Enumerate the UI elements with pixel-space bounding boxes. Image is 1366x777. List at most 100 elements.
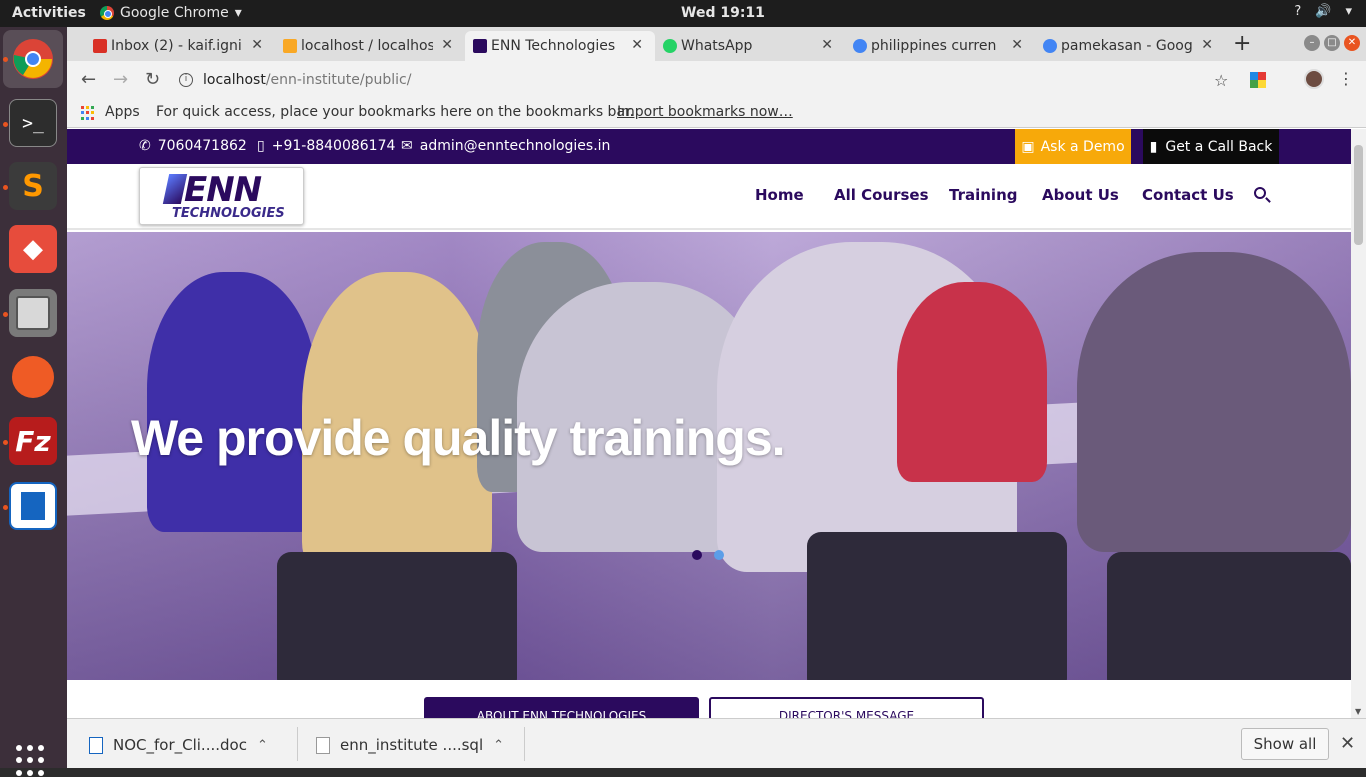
tab-enn-technologies[interactable]: ENN Technologies ✕ bbox=[465, 31, 655, 61]
about-enn-button[interactable]: ABOUT ENN TECHNOLOGIES bbox=[424, 697, 699, 718]
nav-training[interactable]: Training bbox=[949, 186, 1017, 204]
info-icon[interactable]: i bbox=[179, 73, 193, 87]
hero-chair bbox=[277, 552, 517, 680]
enn-logo[interactable]: ENN TECHNOLOGIES bbox=[139, 167, 304, 225]
system-tray[interactable]: ? 🔊 ▾ bbox=[1294, 4, 1352, 19]
close-icon[interactable]: ✕ bbox=[1201, 37, 1213, 53]
show-applications-button[interactable] bbox=[16, 745, 48, 777]
chevron-down-icon: ▾ bbox=[234, 5, 242, 21]
dock-writer[interactable] bbox=[9, 482, 57, 530]
call-back-button[interactable]: ▮ Get a Call Back bbox=[1143, 129, 1279, 164]
about-enn-label: ABOUT ENN TECHNOLOGIES bbox=[476, 709, 647, 718]
contact-email[interactable]: ✉ admin@enntechnologies.in bbox=[401, 138, 610, 154]
slider-dot[interactable] bbox=[714, 550, 724, 560]
close-icon[interactable]: ✕ bbox=[441, 37, 453, 53]
enn-favicon-icon bbox=[473, 39, 487, 53]
show-all-button[interactable]: Show all bbox=[1241, 728, 1329, 760]
running-indicator bbox=[3, 185, 8, 190]
close-icon[interactable]: ✕ bbox=[821, 37, 833, 53]
phone1-text: 7060471862 bbox=[157, 138, 247, 154]
address-bar[interactable]: i localhost /enn-institute/public/ bbox=[179, 66, 1247, 94]
slider-dot-active[interactable] bbox=[692, 550, 702, 560]
close-icon[interactable]: ✕ bbox=[631, 37, 643, 53]
site-header: ENN TECHNOLOGIES Home All Courses Traini… bbox=[67, 164, 1351, 230]
google-icon bbox=[853, 39, 867, 53]
hero-slider: We provide quality trainings. bbox=[67, 232, 1351, 680]
tab-gmail[interactable]: Inbox (2) - kaif.igni ✕ bbox=[85, 31, 275, 61]
system-menu-icon[interactable]: ▾ bbox=[1345, 4, 1352, 19]
back-icon[interactable]: ← bbox=[81, 69, 96, 90]
reload-icon[interactable]: ↻ bbox=[145, 69, 160, 90]
tab-philippines[interactable]: philippines curren ✕ bbox=[845, 31, 1035, 61]
clock[interactable]: Wed 19:11 bbox=[681, 5, 765, 21]
dock-sublime[interactable]: S bbox=[9, 162, 57, 210]
bookmark-star-icon[interactable]: ☆ bbox=[1214, 71, 1228, 90]
director-message-button[interactable]: DIRECTOR'S MESSAGE bbox=[709, 697, 984, 718]
download-item[interactable]: enn_institute ....sql ⌃ bbox=[316, 736, 504, 754]
contact-phone1[interactable]: ✆ 7060471862 bbox=[139, 138, 247, 154]
apps-shortcut[interactable]: Apps bbox=[105, 104, 140, 120]
close-icon[interactable]: ✕ bbox=[1011, 37, 1023, 53]
close-icon[interactable]: ✕ bbox=[1340, 733, 1355, 754]
extension-icon[interactable] bbox=[1250, 72, 1266, 88]
tab-label: Inbox (2) - kaif.igni bbox=[111, 38, 242, 54]
download-item[interactable]: NOC_for_Cli....doc ⌃ bbox=[89, 736, 268, 754]
phpmyadmin-icon bbox=[283, 39, 297, 53]
dock-filezilla[interactable]: Fz bbox=[9, 417, 57, 465]
page-scrollbar[interactable]: ▼ bbox=[1351, 129, 1366, 718]
dock-terminal[interactable]: >_ bbox=[9, 99, 57, 147]
nav-about-us[interactable]: About Us bbox=[1042, 186, 1119, 204]
url-host: localhost bbox=[203, 72, 266, 88]
tab-label: ENN Technologies bbox=[491, 38, 616, 54]
tab-label: philippines curren bbox=[871, 38, 997, 54]
dock-files[interactable] bbox=[9, 289, 57, 337]
nav-all-courses[interactable]: All Courses bbox=[834, 186, 929, 204]
profile-avatar[interactable] bbox=[1304, 69, 1324, 89]
scroll-down-icon[interactable]: ▼ bbox=[1355, 707, 1361, 716]
hero-chair bbox=[807, 532, 1067, 680]
volume-icon[interactable]: 🔊 bbox=[1315, 4, 1331, 19]
tab-strip: Inbox (2) - kaif.igni ✕ localhost / loca… bbox=[67, 27, 1366, 61]
tab-label: localhost / localhost bbox=[301, 38, 433, 54]
email-text: admin@enntechnologies.in bbox=[419, 138, 611, 154]
activities-button[interactable]: Activities bbox=[12, 5, 86, 21]
chevron-up-icon[interactable]: ⌃ bbox=[493, 738, 504, 753]
close-icon[interactable]: ✕ bbox=[251, 37, 263, 53]
bookmarks-hint: For quick access, place your bookmarks h… bbox=[156, 104, 634, 120]
nav-contact-us[interactable]: Contact Us bbox=[1142, 186, 1234, 204]
new-tab-button[interactable]: + bbox=[1233, 31, 1251, 56]
url-path: /enn-institute/public/ bbox=[265, 72, 412, 88]
dock-postman[interactable] bbox=[9, 353, 57, 401]
contact-phone2[interactable]: ▯ +91-8840086174 bbox=[257, 138, 395, 154]
document-writer-icon bbox=[21, 492, 45, 520]
chevron-up-icon[interactable]: ⌃ bbox=[257, 738, 268, 753]
apps-grid-icon[interactable] bbox=[81, 106, 95, 120]
maximize-button[interactable]: □ bbox=[1324, 35, 1340, 51]
system-top-bar: Activities Google Chrome ▾ Wed 19:11 ? 🔊… bbox=[0, 0, 1366, 27]
tab-phpmyadmin[interactable]: localhost / localhost ✕ bbox=[275, 31, 465, 61]
app-menu[interactable]: Google Chrome ▾ bbox=[100, 5, 242, 21]
sql-file-icon bbox=[316, 736, 330, 754]
hero-person bbox=[147, 272, 317, 532]
chrome-menu-icon[interactable]: ⋮ bbox=[1338, 69, 1354, 88]
nav-home[interactable]: Home bbox=[755, 186, 804, 204]
calendar-icon: ▣ bbox=[1021, 138, 1035, 155]
ask-demo-button[interactable]: ▣ Ask a Demo bbox=[1015, 129, 1131, 164]
mobile-icon: ▯ bbox=[257, 138, 265, 154]
scrollbar-thumb[interactable] bbox=[1354, 145, 1363, 245]
forward-icon[interactable]: → bbox=[113, 69, 128, 90]
phone-book-icon: ▮ bbox=[1149, 138, 1158, 155]
tab-whatsapp[interactable]: WhatsApp ✕ bbox=[655, 31, 845, 61]
gmail-icon bbox=[93, 39, 107, 53]
minimize-button[interactable]: – bbox=[1304, 35, 1320, 51]
download-filename: NOC_for_Cli....doc bbox=[113, 736, 247, 754]
running-indicator bbox=[3, 505, 8, 510]
help-icon[interactable]: ? bbox=[1294, 4, 1301, 19]
dock-git-tool[interactable]: ◆ bbox=[9, 225, 57, 273]
close-window-button[interactable]: ✕ bbox=[1344, 35, 1360, 51]
dock-chrome[interactable] bbox=[3, 30, 63, 88]
tab-pamekasan[interactable]: pamekasan - Goog ✕ bbox=[1035, 31, 1225, 61]
search-icon[interactable] bbox=[1254, 187, 1266, 199]
import-bookmarks-link[interactable]: Import bookmarks now… bbox=[617, 104, 793, 120]
logo-subtext: TECHNOLOGIES bbox=[172, 206, 285, 221]
